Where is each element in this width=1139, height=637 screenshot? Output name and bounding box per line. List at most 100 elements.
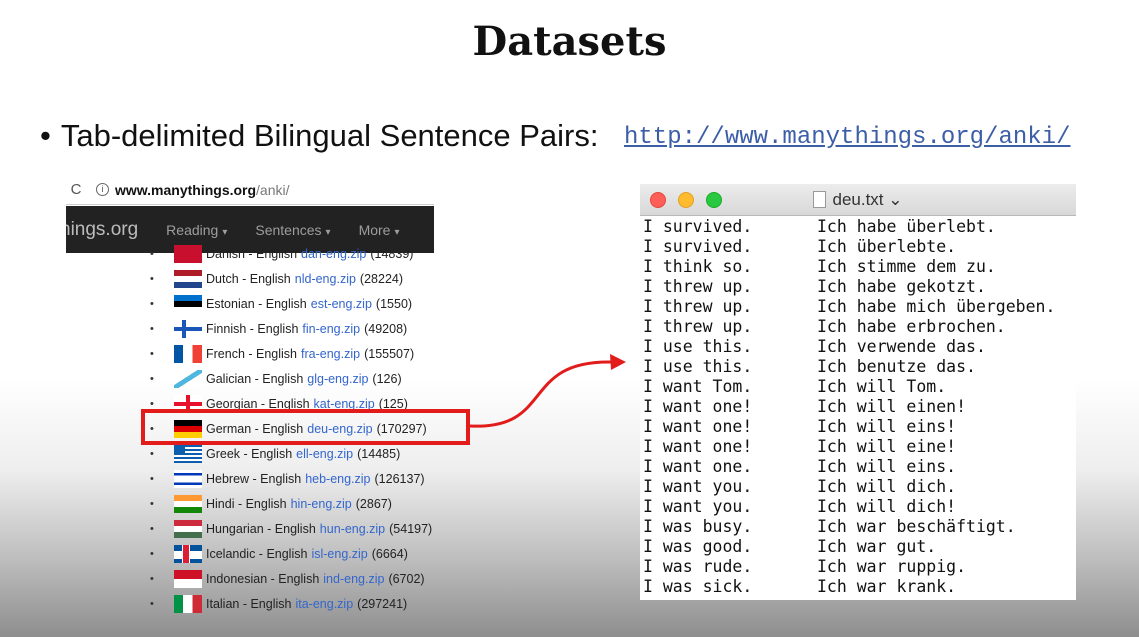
reload-icon[interactable]: C — [66, 181, 86, 198]
sentence-pair-row: I was sick. Ich war krank. — [643, 577, 956, 597]
list-bullet: • — [150, 447, 154, 460]
language-label: Italian - English — [206, 596, 292, 611]
german-sentence: Ich habe überlebt. — [817, 217, 996, 236]
flag-icon — [174, 269, 202, 288]
language-item: • Estonian - English est-eng.zip (1550) — [66, 291, 434, 316]
dataset-url-link[interactable]: http://www.manythings.org/anki/ — [624, 124, 1070, 151]
language-item: • Hungarian - English hun-eng.zip (54197) — [66, 516, 434, 541]
english-sentence: I think so. — [643, 257, 753, 276]
language-label: Danish - English — [206, 246, 298, 261]
pair-count: (6664) — [371, 546, 408, 561]
zip-link[interactable]: hin-eng.zip — [291, 497, 352, 511]
zip-link[interactable]: ind-eng.zip — [323, 572, 384, 586]
sentence-pair-row: I use this. Ich verwende das. — [643, 337, 986, 357]
zip-link[interactable]: fin-eng.zip — [302, 322, 360, 336]
nav-reading[interactable]: Reading ▾ — [166, 222, 227, 238]
list-bullet: • — [150, 497, 154, 510]
pair-count: (49208) — [364, 321, 408, 336]
english-sentence: I threw up. — [643, 277, 753, 296]
language-label: Greek - English — [206, 446, 293, 461]
language-item: • Danish - English dan-eng.zip (14839) — [66, 241, 434, 266]
german-sentence: Ich verwende das. — [817, 337, 986, 356]
zip-link[interactable]: hun-eng.zip — [320, 522, 385, 536]
zip-link[interactable]: glg-eng.zip — [307, 372, 368, 386]
pair-count: (54197) — [389, 521, 433, 536]
pair-count: (28224) — [359, 271, 404, 286]
language-item: • Indonesian - English ind-eng.zip (6702) — [66, 566, 434, 591]
german-highlight-box — [141, 409, 470, 445]
window-title[interactable]: deu.txt ⌄ — [640, 190, 1076, 210]
bullet-point: • Tab-delimited Bilingual Sentence Pairs:… — [40, 118, 1070, 154]
flag-icon — [174, 244, 202, 263]
address-path: /anki/ — [256, 181, 290, 198]
pair-count: (155507) — [364, 346, 415, 361]
window-titlebar: deu.txt ⌄ — [640, 184, 1076, 216]
flag-icon — [174, 294, 202, 313]
sentence-pair-row: I threw up. Ich habe mich übergeben. — [643, 297, 1055, 317]
english-sentence: I was good. — [643, 537, 753, 556]
flag-icon — [174, 569, 202, 588]
zip-link[interactable]: ell-eng.zip — [296, 447, 353, 461]
list-bullet: • — [150, 247, 154, 260]
flag-icon — [174, 594, 202, 613]
sentence-pair-row: I want Tom. Ich will Tom. — [643, 377, 946, 397]
zip-link[interactable]: dan-eng.zip — [301, 247, 366, 261]
language-item: • Icelandic - English isl-eng.zip (6664) — [66, 541, 434, 566]
english-sentence: I use this. — [643, 357, 753, 376]
nav-more[interactable]: More ▾ — [359, 222, 400, 238]
pair-count: (14839) — [370, 246, 414, 261]
slide-title: Datasets — [472, 18, 667, 65]
site-brand[interactable]: hings.org — [66, 219, 138, 241]
list-bullet: • — [150, 372, 154, 385]
english-sentence: I survived. — [643, 217, 753, 236]
sentence-pair-row: I was good. Ich war gut. — [643, 537, 936, 557]
pair-count: (6702) — [388, 571, 425, 586]
flag-icon — [174, 319, 202, 338]
english-sentence: I was sick. — [643, 577, 753, 596]
language-label: Galician - English — [206, 371, 304, 386]
nav-sentences[interactable]: Sentences ▾ — [255, 222, 330, 238]
english-sentence: I want one! — [643, 397, 753, 416]
language-label: Dutch - English — [206, 271, 291, 286]
language-item: • Hindi - English hin-eng.zip (2867) — [66, 491, 434, 516]
pair-count: (14485) — [357, 446, 401, 461]
language-label: Estonian - English — [206, 296, 307, 311]
address-host: www.manythings.org — [115, 181, 257, 198]
german-sentence: Ich will eine! — [817, 437, 957, 456]
zip-link[interactable]: fra-eng.zip — [301, 347, 360, 361]
list-bullet: • — [150, 547, 154, 560]
info-icon[interactable]: i — [96, 183, 109, 196]
zip-link[interactable]: heb-eng.zip — [305, 472, 370, 486]
english-sentence: I threw up. — [643, 317, 753, 336]
chevron-down-icon: ⌄ — [888, 190, 903, 209]
text-editor-window: deu.txt ⌄ I survived. Ich habe überlebt. I… — [640, 184, 1076, 600]
sentence-pair-row: I want you. Ich will dich! — [643, 497, 956, 517]
english-sentence: I use this. — [643, 337, 753, 356]
language-label: Icelandic - English — [206, 546, 308, 561]
bullet-text: Tab-delimited Bilingual Sentence Pairs: — [60, 118, 599, 153]
flag-icon — [174, 369, 202, 388]
english-sentence: I want Tom. — [643, 377, 753, 396]
list-bullet: • — [150, 322, 154, 335]
list-bullet: • — [150, 597, 154, 610]
zip-link[interactable]: est-eng.zip — [311, 297, 372, 311]
file-content: I survived. Ich habe überlebt. I survived.… — [640, 217, 1076, 600]
sentence-pair-row: I threw up. Ich habe gekotzt. — [643, 277, 986, 297]
zip-link[interactable]: nld-eng.zip — [295, 272, 356, 286]
flag-icon — [174, 469, 202, 488]
german-sentence: Ich überlebte. — [817, 237, 957, 256]
pair-count: (1550) — [375, 296, 413, 311]
sentence-pair-row: I think so. Ich stimme dem zu. — [643, 257, 996, 277]
language-item: • Galician - English glg-eng.zip (126) — [66, 366, 434, 391]
zip-link[interactable]: ita-eng.zip — [295, 597, 353, 611]
language-label: Hebrew - English — [206, 471, 302, 486]
sentence-pair-row: I survived. Ich überlebte. — [643, 237, 956, 257]
bullet-dot: • — [40, 118, 51, 153]
language-item: • French - English fra-eng.zip (155507) — [66, 341, 434, 366]
address-bar[interactable]: C i www.manythings.org/anki/ — [66, 175, 434, 205]
german-sentence: Ich war ruppig. — [817, 557, 967, 576]
sentence-pair-row: I threw up. Ich habe erbrochen. — [643, 317, 1006, 337]
english-sentence: I survived. — [643, 237, 753, 256]
zip-link[interactable]: isl-eng.zip — [311, 547, 367, 561]
flag-icon — [174, 444, 202, 463]
